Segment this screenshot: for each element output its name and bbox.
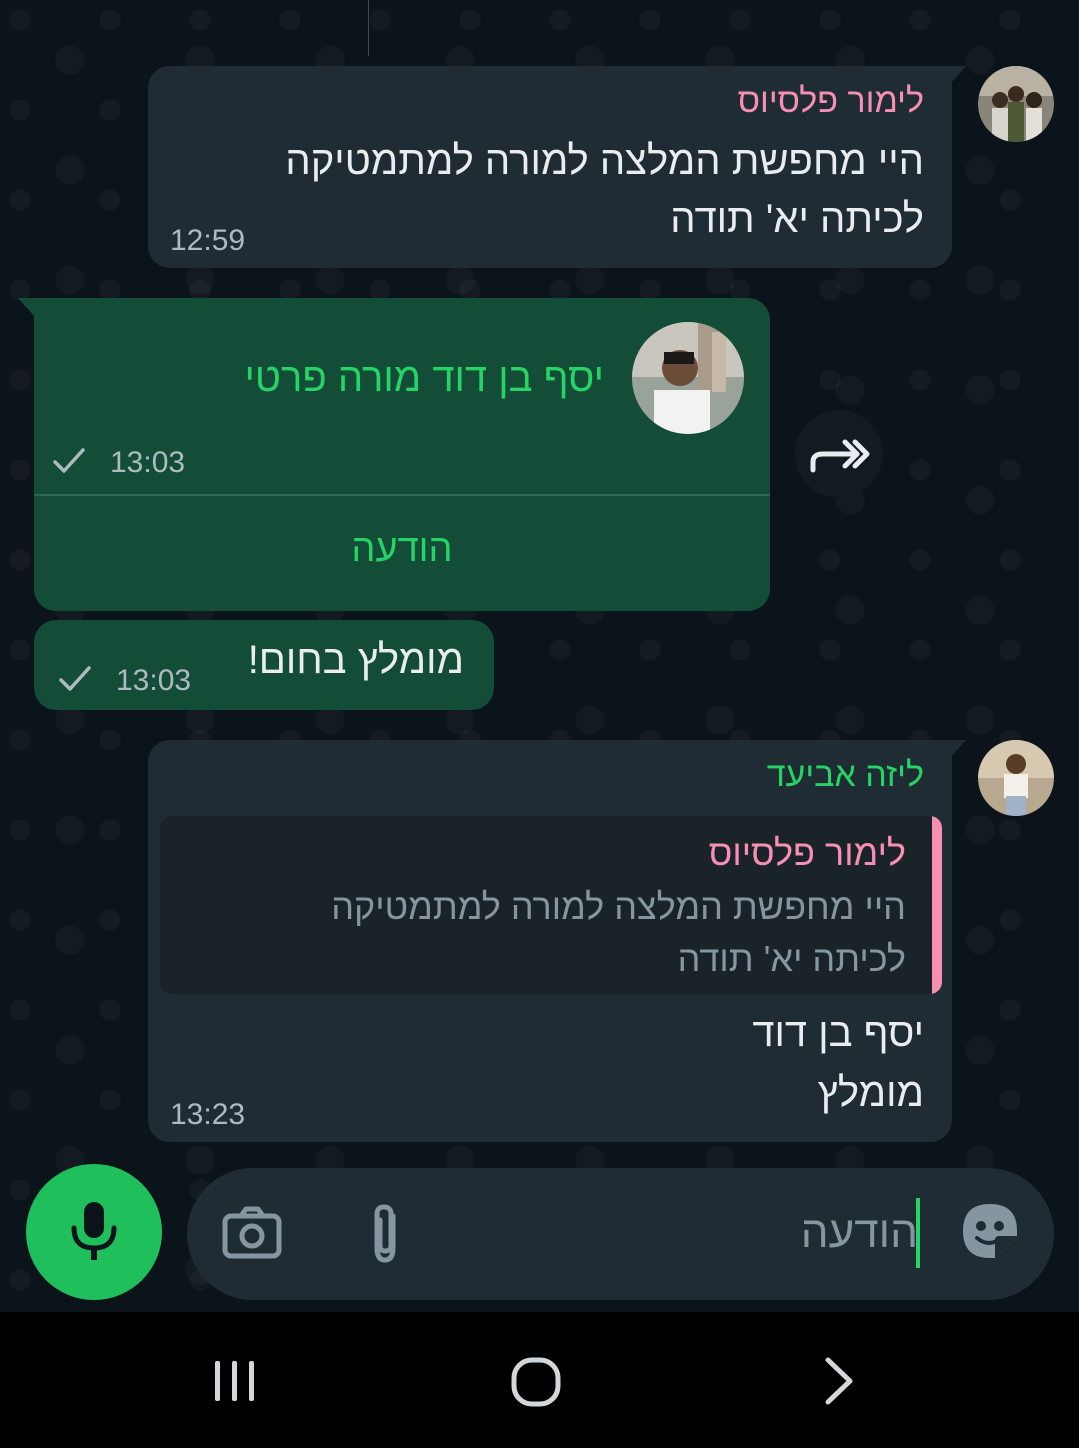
message-contact-button[interactable]: הודעה xyxy=(34,528,770,571)
bubble-tail xyxy=(950,66,966,84)
message-time: 12:59 xyxy=(170,224,246,257)
recents-icon[interactable] xyxy=(210,1356,260,1406)
quote-text-line: היי מחפשת המלצה למורה למתמטיקה xyxy=(331,886,906,927)
message-bubble[interactable]: לימור פלסיוס היי מחפשת המלצה למורה למתמט… xyxy=(148,66,966,268)
avatar[interactable] xyxy=(978,66,1054,142)
forward-icon xyxy=(810,439,870,473)
message-time: 13:03 xyxy=(116,664,192,697)
quote-bar xyxy=(932,816,942,994)
message-time: 13:03 xyxy=(110,446,186,479)
card-divider xyxy=(34,494,770,496)
contact-card-bubble[interactable]: יסף בן דוד מורה פרטי 13:03 הודעה xyxy=(18,298,770,611)
check-icon xyxy=(59,666,91,691)
camera-icon[interactable] xyxy=(221,1202,283,1264)
message-input[interactable]: הודעה xyxy=(801,1208,918,1258)
back-icon[interactable] xyxy=(818,1356,858,1406)
quote-text-line: לכיתה יא' תודה xyxy=(677,938,906,979)
message-bubble[interactable]: ליזה אביעד לימור פלסיוס היי מחפשת המלצה … xyxy=(148,740,966,1142)
message-text-line: היי מחפשת המלצה למורה למתמטיקה xyxy=(285,139,924,183)
message-text-line: יסף בן דוד xyxy=(752,1011,924,1055)
system-navigation-bar xyxy=(0,1312,1079,1448)
forward-button[interactable] xyxy=(795,410,883,498)
microphone-icon xyxy=(71,1202,117,1260)
voice-record-button[interactable] xyxy=(26,1164,162,1300)
quote-sender: לימור פלסיוס xyxy=(708,832,906,873)
message-bubble[interactable]: מומלץ בחום! 13:03 xyxy=(34,620,494,710)
message-text: מומלץ בחום! xyxy=(247,638,464,682)
bubble-tail xyxy=(18,298,36,318)
bubble-tail xyxy=(950,740,966,758)
quoted-message[interactable]: לימור פלסיוס היי מחפשת המלצה למורה למתמט… xyxy=(160,816,942,994)
sticker-icon[interactable] xyxy=(959,1200,1021,1262)
bubble-divider xyxy=(368,0,369,56)
attach-icon[interactable] xyxy=(363,1202,407,1268)
contact-avatar[interactable] xyxy=(632,322,744,434)
contact-card-name[interactable]: יסף בן דוד מורה פרטי xyxy=(244,356,604,401)
message-time: 13:23 xyxy=(170,1098,246,1131)
avatar[interactable] xyxy=(978,740,1054,816)
message-sender[interactable]: לימור פלסיוס xyxy=(738,82,924,121)
message-text-line: מומלץ xyxy=(817,1071,924,1115)
home-icon[interactable] xyxy=(510,1356,562,1408)
check-icon xyxy=(53,448,85,473)
message-composer[interactable]: הודעה xyxy=(187,1168,1054,1300)
message-sender[interactable]: ליזה אביעד xyxy=(767,756,924,795)
message-text-line: לכיתה יא' תודה xyxy=(670,197,924,241)
text-cursor xyxy=(916,1198,920,1268)
